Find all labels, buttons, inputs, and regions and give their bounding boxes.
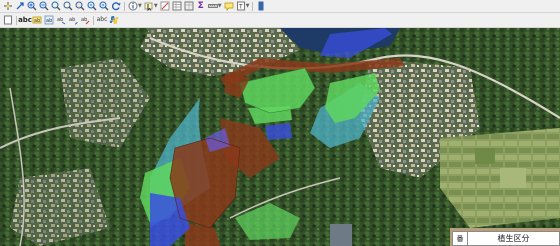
svg-text:ab: ab — [34, 18, 40, 24]
map-tips-icon[interactable] — [224, 1, 234, 11]
select-icon[interactable] — [144, 1, 154, 11]
statistics-icon[interactable]: Σ — [196, 1, 206, 11]
chevron-down-icon[interactable]: ▼ — [154, 3, 158, 9]
pan-icon[interactable] — [3, 1, 13, 11]
zoom-last-icon[interactable] — [87, 1, 97, 11]
legend-number-header: 番 — [453, 232, 468, 245]
deselect-icon[interactable] — [160, 1, 170, 11]
map-navigation-toolbar: ▼ ▼ Σ ▼ T ▼ — [0, 0, 560, 13]
toolbar-separator — [16, 15, 17, 25]
label-text-icon[interactable]: abc — [18, 15, 32, 25]
svg-text:ab: ab — [46, 18, 52, 24]
field-calculator-icon[interactable] — [184, 1, 194, 11]
zoom-to-selection-icon[interactable] — [63, 1, 73, 11]
chevron-down-icon[interactable]: ▼ — [246, 3, 250, 9]
measure-icon[interactable] — [207, 1, 218, 11]
legend-table-header: 番 植生区分 — [452, 231, 560, 246]
zoom-full-icon[interactable] — [51, 1, 61, 11]
move-label-icon[interactable]: ab — [56, 15, 66, 25]
show-hide-labels-icon[interactable]: ab — [44, 15, 54, 25]
zoom-in-icon[interactable] — [27, 1, 37, 11]
zoom-out-icon[interactable] — [39, 1, 49, 11]
identify-icon[interactable] — [128, 1, 138, 11]
gis-application-window: ▼ ▼ Σ ▼ T ▼ abc ab ab ab ab ab abc 番 植生区… — [0, 0, 560, 246]
legend-title: 植生区分 — [497, 234, 530, 243]
label-toolbar-icon[interactable] — [3, 15, 13, 25]
annotation-icon[interactable]: T — [236, 1, 246, 11]
rotate-label-icon[interactable]: ab — [68, 15, 78, 25]
change-label-icon[interactable]: ab — [80, 15, 90, 25]
svg-text:ab: ab — [69, 17, 75, 23]
python-console-icon[interactable] — [109, 15, 119, 25]
open-attribute-table-icon[interactable] — [172, 1, 182, 11]
aerial-map-imagery — [0, 28, 560, 246]
chevron-down-icon[interactable]: ▼ — [138, 3, 142, 9]
label-properties-icon[interactable]: abc — [97, 15, 108, 25]
new-bookmark-icon[interactable] — [256, 1, 266, 11]
pin-labels-icon[interactable]: ab — [32, 15, 42, 25]
map-canvas[interactable] — [0, 28, 560, 246]
toolbar-separator — [93, 15, 94, 25]
pan-to-selection-icon[interactable] — [15, 1, 25, 11]
refresh-icon[interactable] — [111, 1, 121, 11]
svg-text:ab: ab — [81, 17, 87, 23]
toolbar-separator — [252, 1, 254, 11]
zoom-to-layer-icon[interactable] — [75, 1, 85, 11]
zoom-next-icon[interactable] — [99, 1, 109, 11]
chevron-down-icon[interactable]: ▼ — [218, 3, 222, 9]
label-toolbar: abc ab ab ab ab ab abc — [0, 13, 560, 28]
toolbar-separator — [124, 1, 125, 11]
svg-text:T: T — [238, 4, 243, 11]
